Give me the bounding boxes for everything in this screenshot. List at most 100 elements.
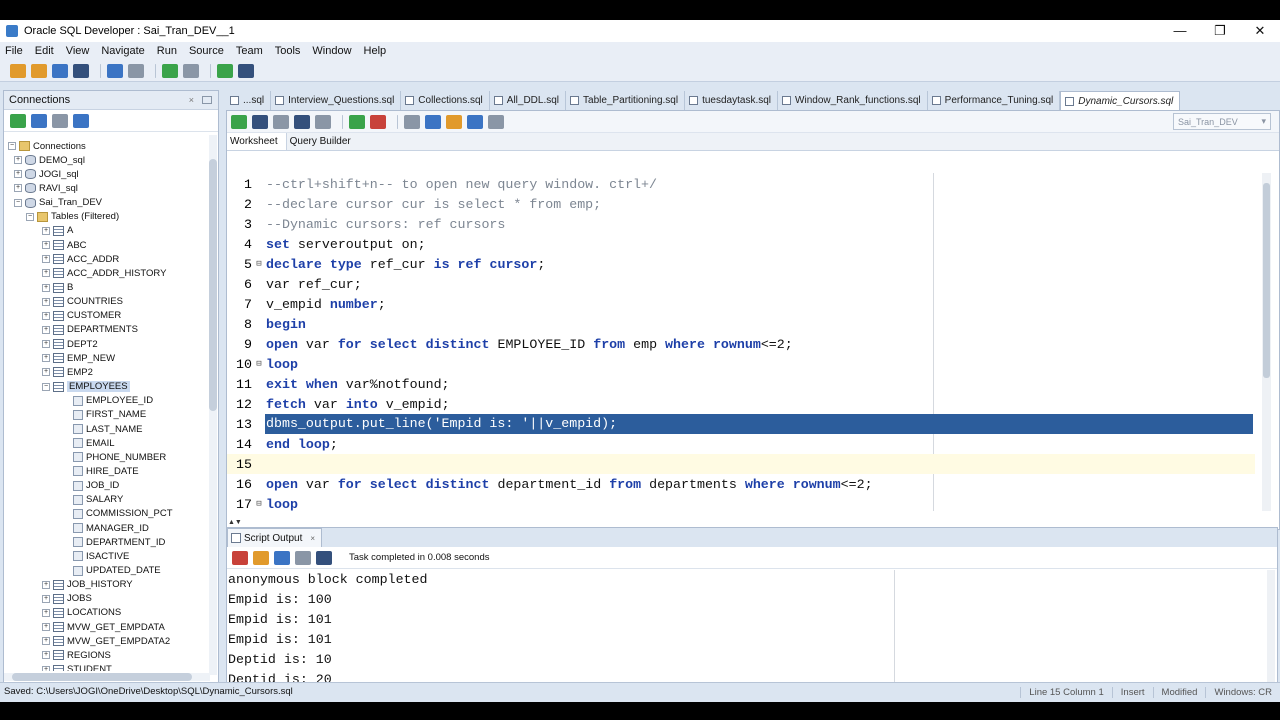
fold-toggle-icon[interactable]: ⊟ (253, 259, 265, 269)
collapse-icon[interactable]: − (14, 198, 22, 207)
tree-node[interactable]: + JOB_HISTORY (42, 578, 133, 592)
expand-icon[interactable]: + (42, 297, 50, 306)
editor-tab[interactable]: Interview_Questions.sql (271, 91, 402, 110)
tree-node[interactable]: + EMP_NEW (42, 351, 115, 365)
menu-help[interactable]: Help (364, 45, 387, 57)
tree-node[interactable]: + MVW_GET_EMPDATA2 (42, 634, 170, 648)
code-line[interactable]: 8 begin (227, 314, 1255, 334)
tree-node[interactable]: + COUNTRIES (42, 295, 123, 309)
menu-tools[interactable]: Tools (275, 45, 301, 57)
tree-node[interactable]: − Tables (Filtered) (26, 210, 119, 224)
menu-team[interactable]: Team (236, 45, 263, 57)
format-icon[interactable] (425, 114, 441, 129)
redo-icon[interactable] (128, 63, 144, 78)
tree-node[interactable]: + REGIONS (42, 648, 111, 662)
expand-icon[interactable]: + (42, 368, 50, 377)
tree-node[interactable]: PHONE_NUMBER (62, 450, 166, 464)
tab-worksheet[interactable]: Worksheet (227, 133, 287, 150)
close-icon[interactable]: × (189, 95, 194, 105)
scrollbar-thumb[interactable] (1263, 183, 1270, 378)
commit-icon[interactable] (349, 114, 365, 129)
tree-node[interactable]: + ACC_ADDR (42, 252, 119, 266)
expand-icon[interactable]: + (42, 255, 50, 264)
tree-node[interactable]: + ABC (42, 238, 87, 252)
scrollbar-thumb[interactable] (209, 159, 217, 411)
pin-icon[interactable] (232, 550, 248, 565)
tree-node[interactable]: + ACC_ADDR_HISTORY (42, 266, 166, 280)
print-icon[interactable] (295, 550, 311, 565)
expand-icon[interactable]: + (42, 608, 50, 617)
expand-icon[interactable]: + (42, 226, 50, 235)
minimize-button[interactable]: — (1160, 20, 1200, 42)
tree-node[interactable]: EMPLOYEE_ID (62, 394, 153, 408)
tree-node[interactable]: + DEMO_sql (14, 153, 85, 167)
tree-node[interactable]: ISACTIVE (62, 549, 129, 563)
tree-horizontal-scrollbar[interactable] (4, 673, 210, 681)
expand-icon[interactable]: + (14, 170, 22, 179)
tree-node[interactable]: + A (42, 224, 73, 238)
editor-tab[interactable]: Table_Partitioning.sql (566, 91, 686, 110)
editor-tab[interactable]: Dynamic_Cursors.sql (1060, 91, 1181, 110)
close-button[interactable]: ✕ (1240, 20, 1280, 42)
tree-node[interactable]: + JOGI_sql (14, 167, 79, 181)
filter-icon[interactable] (52, 113, 68, 128)
code-line[interactable]: 6 var ref_cur; (227, 274, 1255, 294)
explain-plan-icon[interactable] (294, 114, 310, 129)
code-line[interactable]: 10 ⊟ loop (227, 354, 1255, 374)
tree-node[interactable]: UPDATED_DATE (62, 564, 161, 578)
tree-node[interactable]: − Sai_Tran_DEV (14, 196, 102, 210)
menu-navigate[interactable]: Navigate (101, 45, 144, 57)
code-line[interactable]: 7 v_empid number; (227, 294, 1255, 314)
eraser-icon[interactable] (253, 550, 269, 565)
expand-icon[interactable]: + (14, 184, 22, 193)
fold-toggle-icon[interactable]: ⊟ (253, 359, 265, 369)
editor-tab[interactable]: All_DDL.sql (490, 91, 567, 110)
editor-tab[interactable]: Collections.sql (401, 91, 490, 110)
database-connect-icon[interactable] (217, 63, 233, 78)
expand-icon[interactable]: + (42, 623, 50, 632)
tree-node[interactable]: + STUDENT (42, 663, 112, 671)
code-line[interactable]: 16 open var for select distinct departmen… (227, 474, 1255, 494)
expand-icon[interactable]: + (42, 325, 50, 334)
menu-window[interactable]: Window (312, 45, 351, 57)
tree-node[interactable]: + EMP2 (42, 365, 93, 379)
menu-view[interactable]: View (66, 45, 90, 57)
code-line[interactable]: 5 ⊟ declare type ref_cur is ref cursor; (227, 254, 1255, 274)
expand-icon[interactable]: + (42, 637, 50, 646)
schema-browser-icon[interactable] (73, 113, 89, 128)
output-vertical-scrollbar[interactable] (1267, 570, 1275, 696)
code-line[interactable]: 17 ⊟ loop (227, 494, 1255, 512)
rollback-icon[interactable] (370, 114, 386, 129)
close-icon[interactable]: × (310, 534, 315, 543)
clear-icon[interactable] (446, 114, 462, 129)
sql-tuning-icon[interactable] (315, 114, 331, 129)
code-line[interactable]: 1 --ctrl+shift+n-- to open new query wind… (227, 174, 1255, 194)
run-statement-icon[interactable] (231, 114, 247, 129)
code-line[interactable]: 3 --Dynamic cursors: ref cursors (227, 214, 1255, 234)
code-line[interactable]: 4 set serveroutput on; (227, 234, 1255, 254)
minimize-panel-icon[interactable] (202, 96, 212, 104)
tree-node[interactable]: FIRST_NAME (62, 408, 146, 422)
code-line[interactable]: 15 (227, 454, 1255, 474)
code-line[interactable]: 13 dbms_output.put_line('Empid is: '||v_e… (227, 414, 1255, 434)
expand-icon[interactable]: + (42, 311, 50, 320)
code-editor[interactable]: 1 --ctrl+shift+n-- to open new query wind… (227, 173, 1255, 511)
save-all-icon[interactable] (73, 63, 89, 78)
expand-icon[interactable]: + (42, 241, 50, 250)
code-line[interactable]: 12 fetch var into v_empid; (227, 394, 1255, 414)
history-icon[interactable] (467, 114, 483, 129)
editor-tab[interactable]: Performance_Tuning.sql (928, 91, 1061, 110)
connection-select[interactable]: Sai_Tran_DEV ▾ (1173, 113, 1271, 130)
code-line[interactable]: 14 end loop; (227, 434, 1255, 454)
tree-node[interactable]: + JOBS (42, 592, 92, 606)
expand-icon[interactable]: + (42, 354, 50, 363)
expand-icon[interactable]: + (42, 594, 50, 603)
save-icon[interactable] (274, 550, 290, 565)
undo-icon[interactable] (107, 63, 123, 78)
expand-icon[interactable]: + (42, 651, 50, 660)
tree-node[interactable]: + B (42, 281, 73, 295)
code-line[interactable]: 9 open var for select distinct EMPLOYEE_I… (227, 334, 1255, 354)
tree-node[interactable]: + MVW_GET_EMPDATA (42, 620, 165, 634)
new-file-icon[interactable] (10, 63, 26, 78)
collapse-icon[interactable]: − (8, 142, 16, 150)
